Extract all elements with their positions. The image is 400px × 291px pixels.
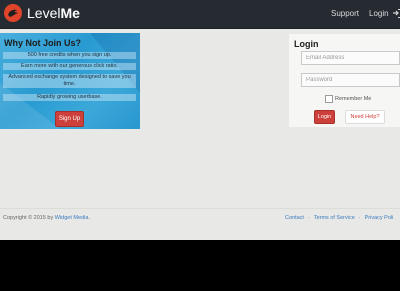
nav-support-link[interactable]: Support	[331, 8, 359, 19]
login-title: Login	[294, 39, 319, 49]
promo-background-facet	[0, 83, 60, 129]
join-promo-panel: Why Not Join Us? 500 free credits when y…	[0, 33, 140, 129]
brand-logo[interactable]: LevelMe	[27, 5, 80, 22]
footer-separator: ·	[307, 215, 310, 221]
brand-name-part2: Me	[60, 5, 80, 21]
remember-me-checkbox[interactable]	[325, 95, 333, 103]
promo-title: Why Not Join Us?	[4, 38, 81, 48]
promo-benefit-item: Rapidly growing userbase.	[3, 94, 136, 101]
footer-brand-link[interactable]: Widget Media.	[55, 215, 90, 221]
sign-up-button[interactable]: Sign Up	[55, 111, 84, 127]
email-field[interactable]	[301, 51, 400, 65]
promo-benefit-item: 500 free credits when you sign up.	[3, 52, 136, 59]
footer-copyright: Copyright © 2015 by Widget Media.	[3, 214, 90, 222]
nav-login-link[interactable]: Login	[369, 8, 389, 19]
promo-benefit-item: Advanced exchange system designed to sav…	[3, 74, 136, 88]
top-navbar: LevelMe Support Login	[0, 0, 400, 29]
brand-name-part1: Level	[27, 5, 61, 21]
remember-me-label[interactable]: Remember Me	[335, 95, 371, 103]
need-help-button[interactable]: Need Help?	[345, 110, 385, 124]
promo-benefit-item: Earn more with our generous click ratio.	[3, 63, 136, 70]
login-panel: Login Remember Me Login Need Help?	[289, 34, 400, 127]
password-field[interactable]	[301, 73, 400, 87]
footer-contact-link[interactable]: Contact	[285, 215, 304, 221]
footer-separator: ·	[358, 215, 361, 221]
sign-in-icon[interactable]	[393, 9, 400, 18]
footer-privacy-link[interactable]: Privacy Poli	[365, 215, 394, 221]
footer-divider	[0, 208, 400, 209]
login-button[interactable]: Login	[314, 110, 335, 124]
dragon-logo-icon[interactable]	[4, 4, 22, 22]
footer-terms-link[interactable]: Terms of Service	[314, 215, 355, 221]
footer-links: Contact · Terms of Service · Privacy Poli	[285, 214, 393, 222]
copyright-text: Copyright © 2015 by	[3, 215, 54, 221]
page: LevelMe Support Login Why Not Join Us? 5…	[0, 0, 400, 240]
